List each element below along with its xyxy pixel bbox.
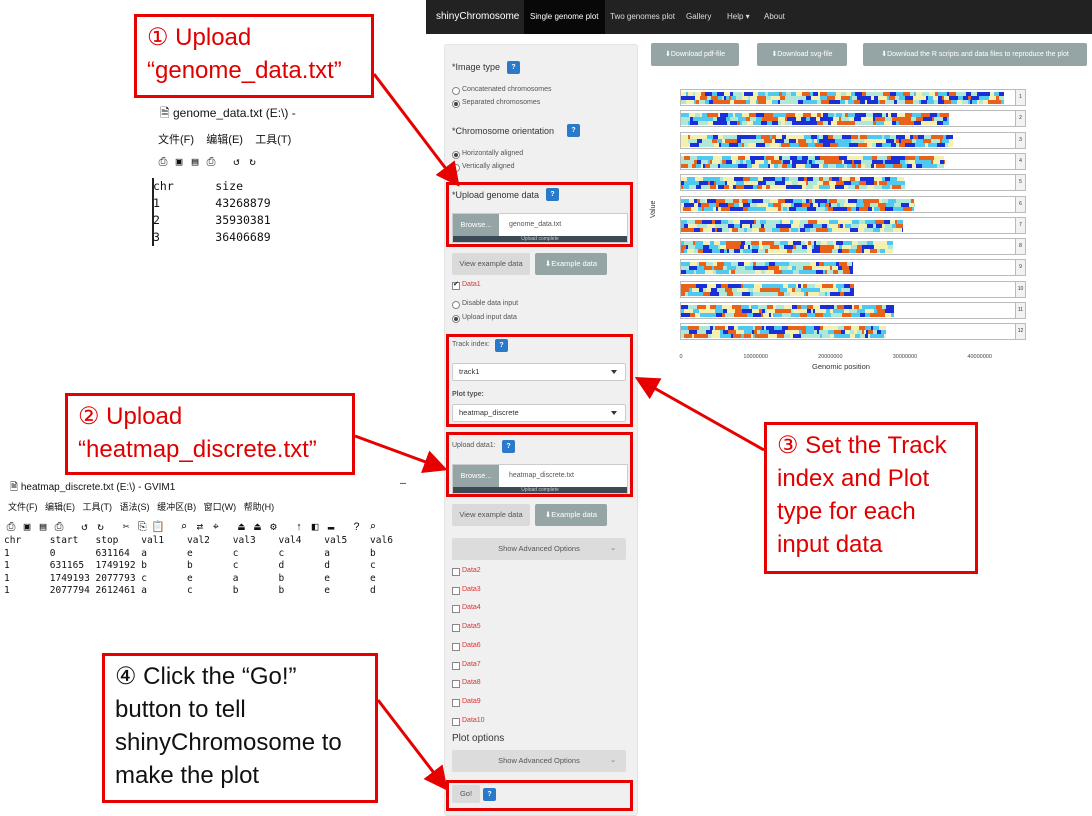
data-checkbox-label: Data5 [462, 623, 481, 631]
data-checkbox[interactable] [452, 661, 460, 670]
data-checkbox[interactable] [452, 605, 460, 614]
data-checkbox[interactable] [452, 642, 460, 651]
data-checkbox-label: Data8 [462, 679, 481, 687]
data-checkbox-label: Data2 [462, 567, 481, 574]
data-checkbox-label: Data9 [462, 697, 481, 705]
data-checkbox-label: Data3 [462, 585, 481, 593]
data-checkbox[interactable] [452, 717, 460, 726]
arrow-step3 [634, 377, 765, 452]
arrows-overlay [354, 73, 765, 791]
arrow-step2 [354, 434, 448, 474]
data-checkbox-label: Data10 [462, 716, 485, 724]
arrow-step4 [376, 699, 448, 791]
data-checkbox-label: Data7 [462, 660, 481, 668]
arrow-step1 [372, 73, 460, 187]
data-checkbox-label: Data4 [462, 604, 481, 612]
data-checkbox[interactable] [452, 698, 460, 707]
data-checkbox[interactable] [452, 680, 460, 689]
data-checkbox[interactable] [452, 568, 460, 576]
data-checkbox[interactable] [452, 624, 460, 633]
data-checkbox-label: Data6 [462, 641, 481, 649]
data-checkbox[interactable] [452, 586, 460, 595]
